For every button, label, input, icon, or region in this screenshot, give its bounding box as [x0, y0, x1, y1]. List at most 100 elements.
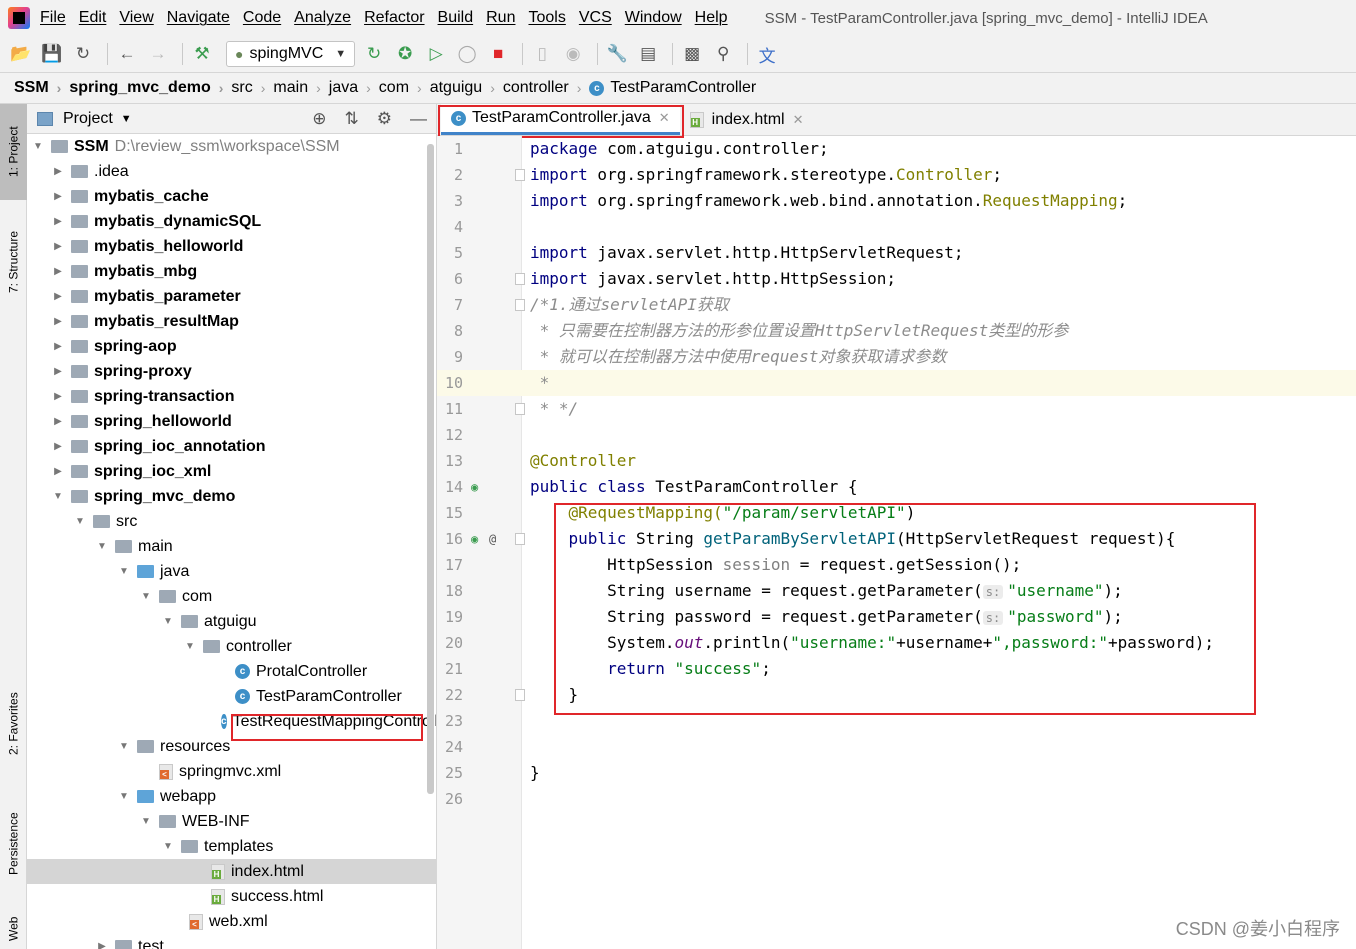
menu-tools[interactable]: Tools: [528, 9, 565, 27]
expand-arrow-icon[interactable]: ▶: [51, 291, 65, 302]
tree-node[interactable]: ▶ mybatis_parameter: [27, 284, 436, 309]
tree-node[interactable]: success.html: [27, 884, 436, 909]
spring-bean-icon[interactable]: ◉: [471, 526, 478, 552]
tab-testparamcontroller[interactable]: c TestParamController.java ✕: [441, 104, 680, 135]
tree-node[interactable]: ▶ mybatis_helloworld: [27, 234, 436, 259]
expand-arrow-icon[interactable]: ▶: [51, 166, 65, 177]
side-tab-persistence[interactable]: Persistence: [0, 794, 27, 894]
request-mapping-icon[interactable]: @: [489, 526, 496, 552]
breadcrumb-item[interactable]: SSM ›: [14, 79, 69, 97]
menu-vcs[interactable]: VCS: [579, 9, 612, 27]
attach-icon[interactable]: ◉: [560, 41, 586, 67]
save-all-icon[interactable]: 💾: [39, 41, 65, 67]
menu-refactor[interactable]: Refactor: [364, 9, 424, 27]
tree-node[interactable]: ▼ controller: [27, 634, 436, 659]
expand-arrow-icon[interactable]: ▶: [51, 466, 65, 477]
menu-window[interactable]: Window: [625, 9, 682, 27]
expand-arrow-icon[interactable]: ▶: [95, 941, 109, 949]
expand-arrow-icon[interactable]: ▼: [73, 516, 87, 527]
side-tab-project[interactable]: 1: Project: [0, 104, 27, 200]
close-icon[interactable]: ✕: [793, 112, 804, 128]
tree-node[interactable]: ▼ atguigu: [27, 609, 436, 634]
menu-build[interactable]: Build: [438, 9, 474, 27]
side-tab-web[interactable]: Web: [0, 909, 27, 949]
expand-arrow-icon[interactable]: ▶: [51, 241, 65, 252]
tree-node[interactable]: web.xml: [27, 909, 436, 934]
expand-arrow-icon[interactable]: ▼: [95, 541, 109, 552]
build-hammer-icon[interactable]: ⚒: [189, 41, 215, 67]
expand-arrow-icon[interactable]: ▶: [51, 416, 65, 427]
menu-edit[interactable]: Edit: [79, 9, 107, 27]
close-icon[interactable]: ✕: [659, 110, 670, 126]
profile-icon[interactable]: ◯: [454, 41, 480, 67]
spring-bean-icon[interactable]: ◉: [471, 474, 478, 500]
tree-node[interactable]: ▼ templates: [27, 834, 436, 859]
fold-marker-icon[interactable]: [515, 403, 525, 415]
translate-icon[interactable]: 文: [754, 41, 780, 67]
tree-node[interactable]: ▼ com: [27, 584, 436, 609]
fold-marker-icon[interactable]: [515, 533, 525, 545]
breadcrumb-item[interactable]: com ›: [379, 79, 430, 97]
search-icon[interactable]: ⚲: [710, 41, 736, 67]
expand-arrow-icon[interactable]: ▼: [139, 591, 153, 602]
tree-node[interactable]: ▶ test: [27, 934, 436, 949]
tree-node[interactable]: ▼ WEB-INF: [27, 809, 436, 834]
expand-arrow-icon[interactable]: ▶: [51, 191, 65, 202]
chevron-down-icon[interactable]: ▼: [121, 113, 132, 125]
rerun-icon[interactable]: ↻: [361, 41, 387, 67]
tree-node[interactable]: ▼ src: [27, 509, 436, 534]
breadcrumb-item[interactable]: controller ›: [503, 79, 589, 97]
tree-node-root[interactable]: ▼ SSM D:\review_ssm\workspace\SSM: [27, 134, 436, 159]
tree-node[interactable]: ▶ spring_ioc_xml: [27, 459, 436, 484]
fold-marker-icon[interactable]: [515, 299, 525, 311]
expand-arrow-icon[interactable]: ▼: [51, 491, 65, 502]
tree-node[interactable]: ▶ mybatis_dynamicSQL: [27, 209, 436, 234]
tree-node[interactable]: ▶ spring-proxy: [27, 359, 436, 384]
expand-arrow-icon[interactable]: ▶: [51, 391, 65, 402]
expand-arrow-icon[interactable]: ▶: [51, 316, 65, 327]
tree-node[interactable]: springmvc.xml: [27, 759, 436, 784]
fold-marker-icon[interactable]: [515, 273, 525, 285]
coverage-icon[interactable]: ▷: [423, 41, 449, 67]
tree-node[interactable]: c TestParamController: [27, 684, 436, 709]
expand-arrow-icon[interactable]: ▼: [161, 616, 175, 627]
fold-marker-icon[interactable]: [515, 689, 525, 701]
tree-node[interactable]: ▶ spring_ioc_annotation: [27, 434, 436, 459]
project-panel-title[interactable]: Project: [63, 110, 113, 128]
expand-arrow-icon[interactable]: ▶: [51, 216, 65, 227]
tree-node[interactable]: ▶ spring-transaction: [27, 384, 436, 409]
tree-node[interactable]: c ProtalController: [27, 659, 436, 684]
fold-marker-icon[interactable]: [515, 169, 525, 181]
expand-arrow-icon[interactable]: ▼: [139, 816, 153, 827]
run-configuration-select[interactable]: ● spingMVC ▼: [226, 41, 356, 67]
expand-arrow-icon[interactable]: ▶: [51, 366, 65, 377]
minimize-icon[interactable]: —: [410, 109, 427, 129]
tree-node[interactable]: ▼ main: [27, 534, 436, 559]
menu-file[interactable]: File: [40, 9, 66, 27]
tree-node[interactable]: ▶ mybatis_resultMap: [27, 309, 436, 334]
tree-node[interactable]: ▶ mybatis_cache: [27, 184, 436, 209]
expand-arrow-icon[interactable]: ▼: [183, 641, 197, 652]
breadcrumb-item[interactable]: atguigu ›: [430, 79, 503, 97]
menu-view[interactable]: View: [119, 9, 153, 27]
tree-node[interactable]: ▶ spring_helloworld: [27, 409, 436, 434]
menu-run[interactable]: Run: [486, 9, 515, 27]
expand-arrow-icon[interactable]: ▶: [51, 441, 65, 452]
breadcrumb-item[interactable]: src ›: [231, 79, 273, 97]
tree-node[interactable]: ▼ spring_mvc_demo: [27, 484, 436, 509]
expand-arrow-icon[interactable]: ▼: [161, 841, 175, 852]
tree-node[interactable]: ▶ mybatis_mbg: [27, 259, 436, 284]
menu-help[interactable]: Help: [695, 9, 728, 27]
breadcrumb-item[interactable]: main ›: [273, 79, 328, 97]
settings-wrench-icon[interactable]: 🔧: [604, 41, 630, 67]
expand-arrow-icon[interactable]: ▼: [117, 741, 131, 752]
breadcrumb-item[interactable]: java ›: [329, 79, 379, 97]
open-folder-icon[interactable]: 📂: [8, 41, 34, 67]
menu-code[interactable]: Code: [243, 9, 281, 27]
device-icon[interactable]: ▯: [529, 41, 555, 67]
back-arrow-icon[interactable]: ←: [114, 41, 140, 67]
locate-target-icon[interactable]: ⊕: [312, 109, 326, 129]
breadcrumb-item[interactable]: spring_mvc_demo ›: [69, 79, 231, 97]
vertical-scrollbar[interactable]: [427, 144, 434, 794]
expand-arrow-icon[interactable]: ▶: [51, 266, 65, 277]
